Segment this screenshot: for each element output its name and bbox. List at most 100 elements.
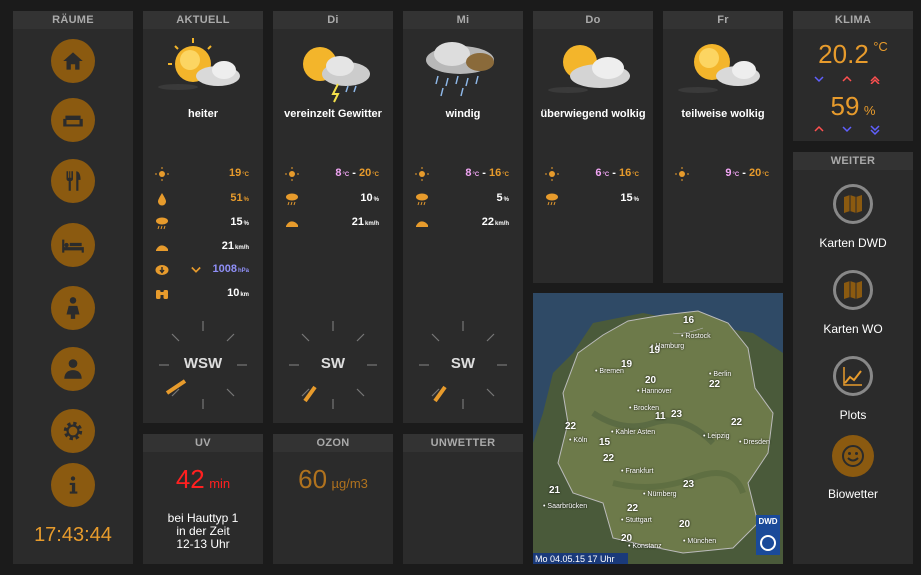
map-temp-label: 11 xyxy=(655,411,666,422)
uv-panel: UV 42 min bei Hauttyp 1 in der Zeit 12-1… xyxy=(143,434,263,564)
kitchen-button[interactable] xyxy=(51,159,95,203)
current-wind: 21 xyxy=(221,240,234,252)
wind-small-icon xyxy=(156,245,168,251)
current-visibility-unit: km xyxy=(240,292,249,298)
thunderstorm-icon xyxy=(303,47,370,103)
person-icon xyxy=(66,297,80,319)
current-weather-panel: AKTUELL heiter 19°C 51% 15% 21km/h 1008h… xyxy=(143,11,263,423)
more-title: WEITER xyxy=(793,152,913,170)
forecast-day-1-wind-row: 21km/h xyxy=(273,216,393,230)
mostly-cloudy-icon xyxy=(548,45,630,93)
rooms-title: RÄUME xyxy=(13,11,133,29)
bedroom-button[interactable] xyxy=(51,223,95,267)
clock: 17:43:44 xyxy=(34,524,112,546)
home-icon xyxy=(63,52,83,70)
more-panel: WEITER Karten DWD Karten WO Plots Biowet… xyxy=(793,152,913,564)
current-pressure: 1008 xyxy=(212,263,237,275)
forecast-day-3-title: Do xyxy=(533,11,653,29)
forecast-day-2-wind-dir: SW xyxy=(450,355,476,372)
uv-text: bei Hauttyp 1 in der Zeit 12-13 Uhr xyxy=(143,512,263,551)
map-caption: Mo 04.05.15 17 Uhr xyxy=(535,554,615,564)
forecast-day-4-temp-row: 9°C - 20°C xyxy=(663,167,783,181)
living-room-button[interactable] xyxy=(51,98,95,142)
map-city-label: • Berlin xyxy=(709,371,732,378)
forecast-day-3-rain-row: 15% xyxy=(533,192,653,206)
wind-needle xyxy=(303,385,317,403)
current-rain: 15 xyxy=(230,216,243,228)
ozone-panel: OZON 60 µg/m3 xyxy=(273,434,393,564)
current-pressure-unit: hPa xyxy=(237,268,249,274)
info-button[interactable] xyxy=(51,463,95,507)
map-temp-label: 21 xyxy=(549,485,561,496)
current-humidity-row: 51% xyxy=(143,192,263,206)
cutlery-icon xyxy=(66,171,81,191)
storm-warning-panel: UNWETTER xyxy=(403,434,523,564)
forecast-day-4-title: Fr xyxy=(663,11,783,29)
forecast-day-4-max: 20 xyxy=(749,167,762,179)
map-temp-label: 22 xyxy=(709,379,721,390)
rain-small-icon xyxy=(156,217,168,230)
temp-trend-icon xyxy=(814,75,880,84)
info-icon xyxy=(69,476,78,494)
partly-cloudy-icon xyxy=(678,44,760,93)
maps-wo-link[interactable]: Karten WO xyxy=(793,270,913,336)
forecast-day-1-rain-row: 10% xyxy=(273,192,393,206)
settings-button[interactable] xyxy=(51,409,95,453)
climate-title: KLIMA xyxy=(793,11,913,29)
forecast-day-2-temp-row: 8°C - 16°C xyxy=(403,167,523,181)
map-city-label: • Leipzig xyxy=(703,433,730,440)
wind-compass: WSW xyxy=(157,319,249,411)
current-wind-unit: km/h xyxy=(234,245,249,251)
maps-dwd-link[interactable]: Karten DWD xyxy=(793,184,913,250)
humidity-trend-icon xyxy=(814,125,880,136)
map-temp-label: 22 xyxy=(565,421,577,432)
current-temp-unit: °C xyxy=(242,172,249,178)
forecast-day-1-wind: 21 xyxy=(351,216,364,228)
weather-map[interactable]: DWD Mo 04.05.15 17 Uhr • Hamburg • Rostoc… xyxy=(533,293,783,564)
current-title: AKTUELL xyxy=(143,11,263,29)
forecast-day-3-max: 16 xyxy=(619,167,632,179)
drop-icon xyxy=(158,193,166,206)
map-city-label: • München xyxy=(683,538,717,545)
map-city-label: • Dresden xyxy=(739,439,770,446)
forecast-day-1-condition: vereinzelt Gewitter xyxy=(284,108,382,120)
map-temp-label: 20 xyxy=(645,375,657,386)
biowetter-button xyxy=(832,435,874,477)
current-visibility-row: 10km xyxy=(143,287,263,301)
rain-small-icon xyxy=(286,193,298,206)
rain-cloud-icon xyxy=(426,42,494,97)
map-temp-label: 15 xyxy=(599,437,611,448)
chart-icon xyxy=(843,367,862,386)
uv-value-line: 42 min xyxy=(143,464,263,495)
map-city-label: • Rostock xyxy=(681,333,711,340)
biowetter-label: Biowetter xyxy=(827,487,879,501)
current-wind-row: 21km/h xyxy=(143,240,263,254)
maps-wo-ring xyxy=(833,270,873,310)
forecast-day-3-rain: 15 xyxy=(620,192,633,204)
current-rain-row: 15% xyxy=(143,216,263,230)
forecast-day-2-compass: SW xyxy=(417,319,509,411)
pressure-cloud-icon xyxy=(155,265,169,275)
map-city-label: • Saarbrücken xyxy=(543,503,588,510)
wind-small-icon xyxy=(416,221,428,227)
office-button[interactable] xyxy=(51,347,95,391)
wind-needle xyxy=(433,385,447,403)
forecast-day-1-min: 8 xyxy=(335,167,342,179)
sun-small-icon xyxy=(285,167,299,181)
rooms-panel: RÄUME 17:43:44 xyxy=(13,11,133,564)
forecast-day-2: Mi windig 8°C - 16°C 5% 22km/h SW xyxy=(403,11,523,423)
uv-value: 42 xyxy=(175,464,205,494)
forecast-day-3: Do überwiegend wolkig 6°C - 16°C 15% xyxy=(533,11,653,283)
home-button[interactable] xyxy=(51,39,95,83)
ozone-title: OZON xyxy=(273,434,393,452)
climate-humidity-line: 59 % xyxy=(793,91,913,122)
map-temp-label: 22 xyxy=(731,417,743,428)
plots-link[interactable]: Plots xyxy=(793,356,913,422)
sun-small-icon xyxy=(415,167,429,181)
forecast-day-4-min: 9 xyxy=(725,167,732,179)
climate-panel: KLIMA 20.2 °C 59 % xyxy=(793,11,913,141)
sun-small-icon xyxy=(675,167,689,181)
map-temp-label: 23 xyxy=(683,479,695,490)
biowetter-link[interactable]: Biowetter xyxy=(793,435,913,501)
child-room-button[interactable] xyxy=(51,286,95,330)
